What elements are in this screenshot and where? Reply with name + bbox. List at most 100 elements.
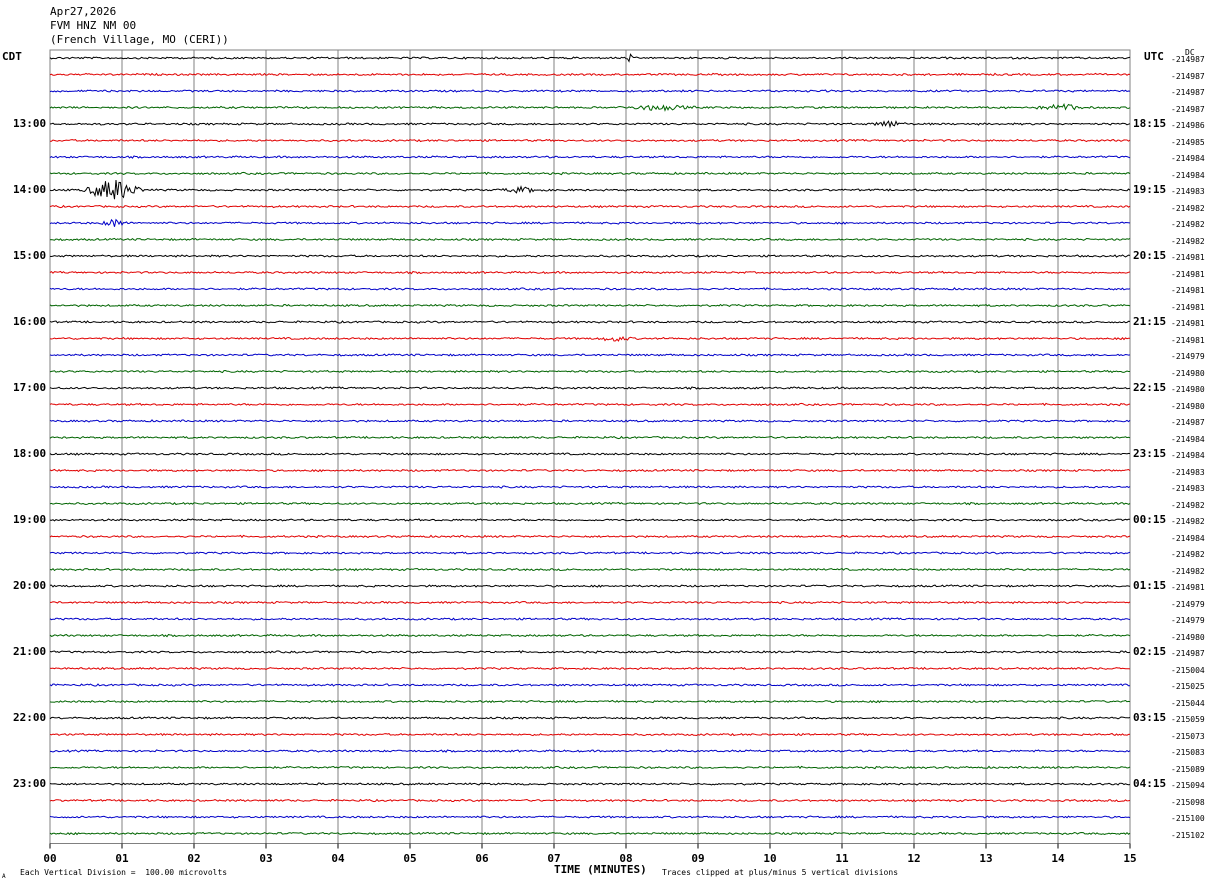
x-tick-label: 10 [763, 852, 777, 865]
right-timezone-label: UTC [1144, 50, 1164, 63]
dc-offset-label: -214980 [1171, 632, 1205, 642]
trace-line [49, 155, 1131, 159]
dc-offset-label: -214983 [1171, 484, 1205, 493]
dc-offset-label: -214984 [1171, 434, 1205, 444]
dc-offset-label: -214981 [1171, 269, 1205, 279]
left-hour-label: 20:00 [13, 579, 47, 592]
trace-line [49, 633, 1131, 638]
left-hour-label: 18:00 [13, 447, 47, 460]
dc-offset-label: -214982 [1171, 517, 1205, 526]
date-label: Apr27,2026 [50, 5, 117, 18]
dc-offset-label: -215073 [1171, 731, 1205, 741]
dc-offset-label: -214987 [1171, 104, 1205, 114]
dc-offset-label: -214980 [1171, 385, 1205, 394]
dc-offset-label: -214981 [1171, 302, 1205, 312]
trace-line [49, 120, 1131, 129]
dc-offset-label: -214979 [1171, 352, 1205, 361]
trace-line [49, 353, 1131, 357]
trace-line [49, 749, 1131, 753]
trace-line [49, 699, 1131, 704]
x-tick-label: 12 [907, 852, 921, 865]
dc-offset-label: -215044 [1171, 698, 1205, 708]
dc-offset-label: -214986 [1171, 121, 1205, 130]
left-hour-label: 23:00 [13, 777, 47, 790]
trace-line [49, 617, 1131, 621]
trace-line [49, 567, 1131, 572]
trace-line [49, 204, 1131, 209]
trace-line [50, 600, 1131, 605]
right-hour-label: 01:15 [1133, 579, 1167, 592]
right-hour-label: 02:15 [1133, 645, 1167, 658]
trace-line [49, 831, 1131, 836]
right-hour-label: 20:15 [1133, 249, 1167, 262]
dc-offset-label: -214984 [1171, 451, 1205, 460]
trace-line [49, 732, 1131, 737]
dc-offset-label: -214982 [1171, 566, 1205, 576]
trace-line [49, 501, 1131, 506]
dc-offset-label: -214981 [1171, 286, 1205, 295]
x-tick-label: 00 [43, 852, 57, 865]
dc-offset-label: -214987 [1171, 88, 1205, 97]
right-hour-label: 21:15 [1133, 315, 1167, 328]
x-tick-label: 13 [979, 852, 993, 865]
x-tick-label: 04 [331, 852, 345, 865]
dc-offset-label: -215100 [1171, 814, 1205, 823]
right-hour-label: 03:15 [1133, 711, 1167, 724]
trace-line [49, 584, 1131, 588]
seismic-traces [49, 53, 1131, 836]
trace-line [49, 485, 1131, 489]
trace-line [49, 179, 1131, 200]
location-label: (French Village, MO (CERI)) [50, 33, 229, 46]
x-axis-title: TIME (MINUTES) [554, 863, 647, 876]
clipping-note: Traces clipped at plus/minus 5 vertical … [662, 868, 899, 877]
trace-line [49, 716, 1131, 720]
dc-offset-label: -214981 [1171, 319, 1205, 328]
right-hour-label: 00:15 [1133, 513, 1167, 526]
x-tick-label: 02 [187, 852, 201, 865]
left-hour-label: 16:00 [13, 315, 47, 328]
dc-offset-label: -215025 [1171, 682, 1205, 691]
trace-line [49, 171, 1131, 176]
trace-line [49, 218, 1131, 227]
dc-offset-label: -214983 [1171, 187, 1205, 196]
trace-line [49, 815, 1131, 819]
dc-offset-label: -215098 [1171, 797, 1205, 807]
right-hour-label: 23:15 [1133, 447, 1167, 460]
trace-line [49, 798, 1131, 803]
trace-line [49, 518, 1130, 522]
trace-line [49, 402, 1131, 407]
x-tick-label: 05 [403, 852, 417, 865]
dc-offset-label: -214987 [1171, 649, 1205, 658]
trace-line [49, 270, 1131, 275]
dc-offset-label: -215004 [1171, 665, 1205, 675]
trace-line [49, 254, 1131, 258]
dc-offset-label: -214987 [1171, 418, 1205, 427]
dc-offset-label: -215059 [1171, 715, 1205, 724]
grid-lines [49, 49, 1131, 849]
trace-line [49, 782, 1131, 786]
left-hour-label: 15:00 [13, 249, 47, 262]
right-hour-label: 18:15 [1133, 117, 1167, 130]
x-tick-label: 11 [835, 852, 849, 865]
trace-line [49, 369, 1130, 374]
dc-offset-label: -215089 [1171, 764, 1205, 774]
left-hour-label: 13:00 [13, 117, 47, 130]
trace-line [49, 551, 1131, 555]
footer-mark: A [2, 873, 6, 880]
trace-line [49, 419, 1131, 423]
dc-offset-label: -214987 [1171, 55, 1205, 64]
dc-offset-label: -214982 [1171, 500, 1205, 510]
dc-offset-label: -215083 [1171, 748, 1205, 757]
dc-offset-label: -214980 [1171, 401, 1205, 411]
left-timezone-label: CDT [2, 50, 22, 63]
trace-line [49, 237, 1131, 242]
trace-line [49, 435, 1131, 440]
trace-line [49, 303, 1131, 308]
left-hour-label: 21:00 [13, 645, 47, 658]
dc-offset-label: -214979 [1171, 616, 1205, 625]
trace-line [49, 386, 1131, 390]
right-hour-label: 19:15 [1133, 183, 1167, 196]
dc-offset-label: -214981 [1171, 583, 1205, 592]
right-hour-label: 22:15 [1133, 381, 1167, 394]
dc-offset-label: -214985 [1171, 137, 1205, 147]
